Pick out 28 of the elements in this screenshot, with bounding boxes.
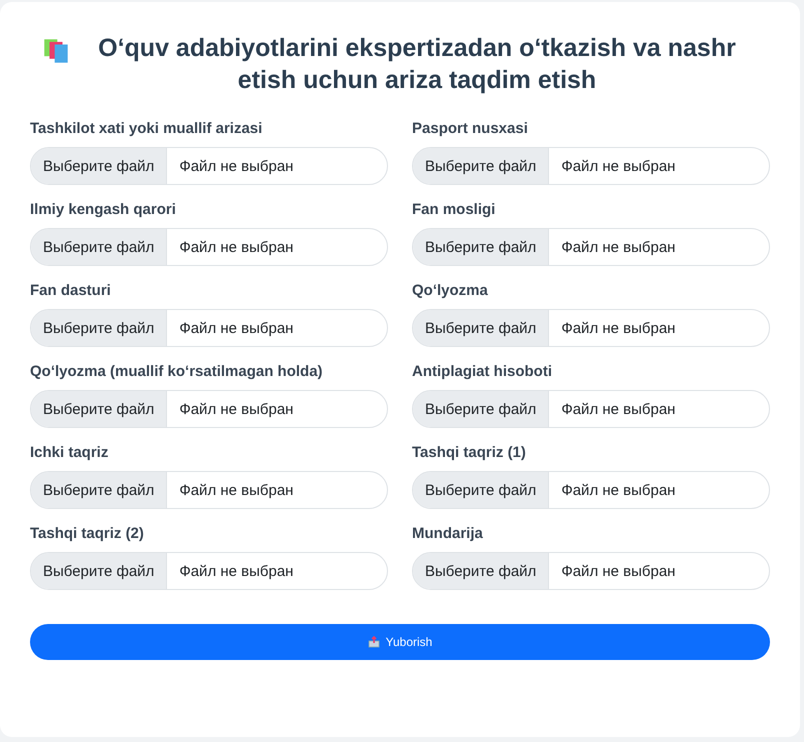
file-input[interactable]: Выберите файл Файл не выбран [412,147,770,185]
file-input[interactable]: Выберите файл Файл не выбран [30,552,388,590]
file-input[interactable]: Выберите файл Файл не выбран [30,471,388,509]
file-input[interactable]: Выберите файл Файл не выбран [30,390,388,428]
field-label: Ilmiy kengash qarori [30,201,177,218]
upload-tray-icon [368,636,380,648]
field-label: Qoʻlyozma (muallif koʻrsatilmagan holda) [30,363,324,380]
field-label: Ichki taqriz [30,444,110,461]
field-label: Fan dasturi [30,282,112,299]
field-label: Tashqi taqriz (2) [30,525,145,542]
file-input[interactable]: Выберите файл Файл не выбран [412,552,770,590]
field-label: Qoʻlyozma [412,282,489,299]
field-label: Pasport nusxasi [412,120,529,137]
submit-button[interactable]: Yuborish [30,624,770,660]
field-label: Mundarija [412,525,484,542]
form-title: Oʻquv adabiyotlarini ekspertizadan oʻtkazish va nashr etish uchun ariza taqdim etish [97,33,737,96]
field-label: Tashqi taqriz (1) [412,444,527,461]
field-label: Antiplagiat hisoboti [412,363,553,380]
file-input[interactable]: Выберите файл Файл не выбран [30,228,388,266]
file-input[interactable]: Выберите файл Файл не выбран [412,309,770,347]
file-input[interactable]: Выберите файл Файл не выбран [30,309,388,347]
file-input[interactable]: Выберите файл Файл не выбран [412,390,770,428]
file-input[interactable]: Выберите файл Файл не выбран [412,228,770,266]
field-label: Tashkilot xati yoki muallif arizasi [30,120,264,137]
books-icon [43,38,69,64]
field-label: Fan mosligi [412,201,496,218]
file-input[interactable]: Выберите файл Файл не выбран [30,147,388,185]
file-input[interactable]: Выберите файл Файл не выбран [412,471,770,509]
